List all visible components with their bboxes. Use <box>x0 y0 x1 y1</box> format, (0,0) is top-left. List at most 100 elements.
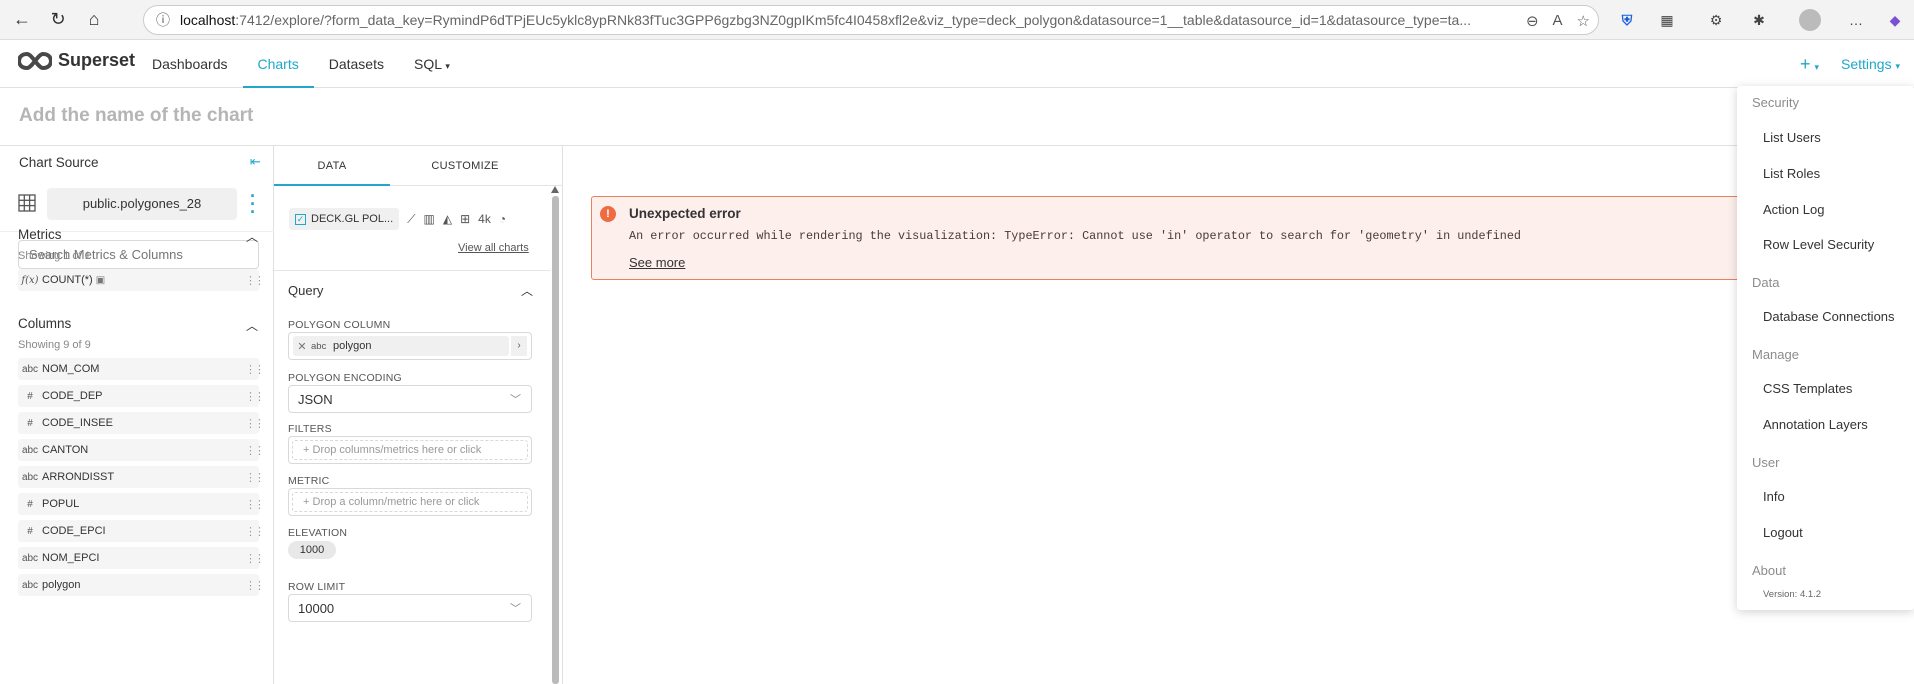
info-icon[interactable]: ⓘ <box>156 10 170 30</box>
drag-handle-icon[interactable]: ⋮⋮ <box>245 579 265 592</box>
control-panel: DATA CUSTOMIZE ✓ DECK.GL POL... ⟋ ▥ ◭ ⊞ … <box>274 146 563 684</box>
settings-dropdown-menu: Security List Users List Roles Action Lo… <box>1737 86 1914 610</box>
scrollbar[interactable] <box>552 196 559 684</box>
filters-label: FILTERS <box>288 423 332 435</box>
nav-charts[interactable]: Charts <box>242 40 314 88</box>
chevron-up-icon[interactable]: ︿ <box>246 228 258 245</box>
drag-handle-icon[interactable]: ⋮⋮ <box>245 471 265 484</box>
reload-icon[interactable]: ↻ <box>44 6 72 34</box>
column-name: POPUL <box>42 498 80 510</box>
nav-dashboards[interactable]: Dashboards <box>137 40 243 88</box>
polygon-column-select[interactable]: ✕ abc polygon › <box>288 332 532 360</box>
nav-datasets[interactable]: Datasets <box>314 40 399 88</box>
menu-item-css-templates[interactable]: CSS Templates <box>1763 381 1852 396</box>
qr-extension-icon[interactable]: ▦ <box>1656 9 1678 31</box>
address-bar[interactable]: ⓘ localhost:7412/explore/?form_data_key=… <box>143 5 1599 35</box>
menu-item-action-log[interactable]: Action Log <box>1763 202 1824 217</box>
polygon-encoding-select[interactable]: JSON ﹀ <box>288 385 532 413</box>
chevron-right-icon[interactable]: › <box>511 336 527 356</box>
menu-item-info[interactable]: Info <box>1763 489 1785 504</box>
more-menu-icon[interactable]: … <box>1845 9 1867 31</box>
dataset-name[interactable]: public.polygones_28 <box>47 188 237 220</box>
row-limit-label: ROW LIMIT <box>288 581 346 593</box>
drag-handle-icon[interactable]: ⋮⋮ <box>245 390 265 403</box>
dataset-menu-kebab-icon[interactable]: · · · <box>250 187 256 221</box>
drag-handle-icon[interactable]: ⋮⋮ <box>245 552 265 565</box>
chart-title-row: Add the name of the chart <box>0 88 1914 146</box>
selected-viz-type[interactable]: ✓ DECK.GL POL... <box>289 208 400 230</box>
elevation-value[interactable]: 1000 <box>288 541 336 559</box>
chevron-up-icon[interactable]: ︿ <box>246 317 258 334</box>
column-type-icon: abc <box>311 340 327 352</box>
profile-avatar-icon[interactable] <box>1799 9 1821 31</box>
pie-chart-icon[interactable]: ◔ <box>499 212 506 226</box>
table-grid-icon <box>18 194 36 212</box>
bitwarden-extension-icon[interactable]: ⛨ <box>1616 9 1638 31</box>
table-chart-icon[interactable]: ⊞ <box>460 212 470 226</box>
menu-item-list-users[interactable]: List Users <box>1763 130 1821 145</box>
column-item[interactable]: abc NOM_EPCI ⋮⋮ <box>18 547 265 569</box>
metric-name: COUNT(*) ▣ <box>42 274 106 286</box>
query-section-title[interactable]: Query <box>288 283 323 298</box>
big-number-icon[interactable]: 4k <box>478 212 491 226</box>
filters-dropzone[interactable]: + Drop columns/metrics here or click <box>288 436 532 464</box>
drag-handle-icon[interactable]: ⋮⋮ <box>245 498 265 511</box>
drag-handle-icon[interactable]: ⋮⋮ <box>245 363 265 376</box>
tab-customize[interactable]: CUSTOMIZE <box>390 146 540 186</box>
datasource-panel: Chart Source ⇤ public.polygones_28 ··· M… <box>0 146 274 684</box>
metric-dropzone[interactable]: + Drop a column/metric here or click <box>288 488 532 516</box>
back-icon[interactable]: ← <box>8 6 36 34</box>
chevron-up-icon[interactable]: ︿ <box>521 282 533 299</box>
column-item[interactable]: abc NOM_COM ⋮⋮ <box>18 358 265 380</box>
copilot-icon[interactable]: ◆ <box>1884 9 1906 31</box>
error-title: Unexpected error <box>629 206 741 221</box>
line-chart-icon[interactable]: ⟋ <box>407 212 415 227</box>
settings-menu-button[interactable]: Settings ▾ <box>1841 56 1900 72</box>
drag-handle-icon[interactable]: ⋮⋮ <box>245 274 265 287</box>
remove-icon[interactable]: ✕ <box>293 340 311 353</box>
columns-section-title[interactable]: Columns <box>18 316 71 331</box>
home-icon[interactable]: ⌂ <box>80 6 108 34</box>
drag-handle-icon[interactable]: ⋮⋮ <box>245 525 265 538</box>
area-chart-icon[interactable]: ◭ <box>443 212 452 226</box>
menu-item-row-level-security[interactable]: Row Level Security <box>1763 237 1874 252</box>
zoom-icon[interactable]: ⊖ <box>1526 12 1539 30</box>
menu-item-database-connections[interactable]: Database Connections <box>1763 309 1895 324</box>
metric-item[interactable]: f(x) COUNT(*) ▣ ⋮⋮ <box>18 269 265 291</box>
metrics-section-title[interactable]: Metrics <box>18 227 62 242</box>
column-name: ARRONDISST <box>42 471 115 483</box>
row-limit-select[interactable]: 10000 ﹀ <box>288 594 532 622</box>
filters-hint: Drop columns/metrics here or click <box>312 444 482 456</box>
drag-handle-icon[interactable]: ⋮⋮ <box>245 417 265 430</box>
columns-count: Showing 9 of 9 <box>18 339 91 351</box>
collapse-panel-icon[interactable]: ⇤ <box>250 154 261 170</box>
column-item[interactable]: # POPUL ⋮⋮ <box>18 493 265 515</box>
menu-item-logout[interactable]: Logout <box>1763 525 1803 540</box>
tab-data[interactable]: DATA <box>274 146 390 186</box>
column-item[interactable]: # CODE_EPCI ⋮⋮ <box>18 520 265 542</box>
read-aloud-icon[interactable]: A <box>1553 12 1563 30</box>
plus-icon: + <box>1800 53 1811 74</box>
menu-item-annotation-layers[interactable]: Annotation Layers <box>1763 417 1868 432</box>
see-more-link[interactable]: See more <box>629 255 685 270</box>
superset-logo[interactable]: Superset <box>18 50 135 71</box>
column-item[interactable]: abc CANTON ⋮⋮ <box>18 439 265 461</box>
drag-handle-icon[interactable]: ⋮⋮ <box>245 444 265 457</box>
scroll-up-arrow-icon[interactable] <box>551 186 559 193</box>
bar-chart-icon[interactable]: ▥ <box>424 212 435 226</box>
url-path: :7412/explore/?form_data_key=RymindP6dTP… <box>235 12 1472 28</box>
view-all-charts-link[interactable]: View all charts <box>458 242 529 254</box>
bug-extension-icon[interactable]: ✱ <box>1748 9 1770 31</box>
column-item[interactable]: abc polygon ⋮⋮ <box>18 574 265 596</box>
favorite-star-icon[interactable]: ☆ <box>1577 12 1590 30</box>
column-item[interactable]: # CODE_INSEE ⋮⋮ <box>18 412 265 434</box>
column-item[interactable]: # CODE_DEP ⋮⋮ <box>18 385 265 407</box>
extension-badge-icon[interactable]: ⚙ <box>1705 9 1727 31</box>
column-item[interactable]: abc ARRONDISST ⋮⋮ <box>18 466 265 488</box>
new-plus-button[interactable]: + ▾ <box>1800 54 1819 75</box>
nav-sql[interactable]: SQL ▾ <box>399 40 465 88</box>
metric-hint: Drop a column/metric here or click <box>312 496 480 508</box>
menu-item-list-roles[interactable]: List Roles <box>1763 166 1820 181</box>
chart-name-input[interactable]: Add the name of the chart <box>19 105 253 127</box>
menu-group-manage: Manage <box>1752 347 1799 362</box>
